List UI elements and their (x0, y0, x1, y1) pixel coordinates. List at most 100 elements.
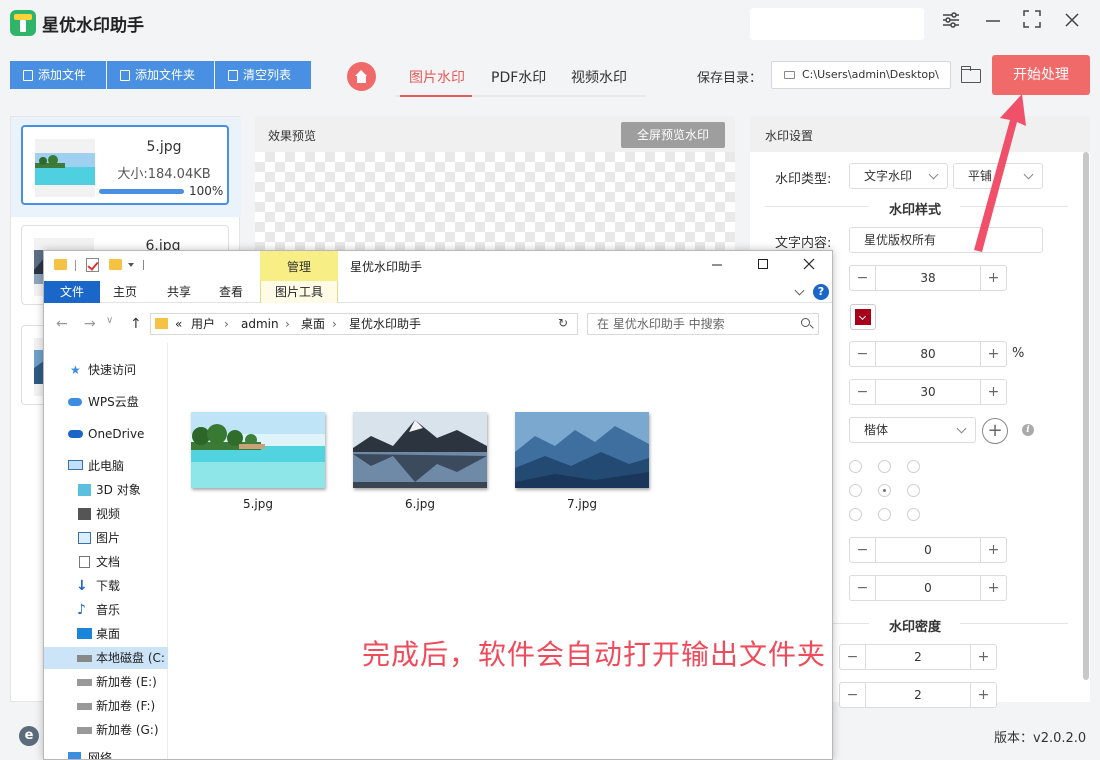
nav-onedrive[interactable]: OneDrive (44, 423, 168, 445)
density-y-stepper[interactable]: − 2 + (839, 682, 997, 708)
save-dir-input[interactable]: C:\Users\admin\Desktop\ (771, 61, 951, 89)
explorer-maximize-icon[interactable] (758, 259, 768, 269)
settings-scrollbar[interactable] (1083, 152, 1089, 680)
minus-icon[interactable]: − (850, 380, 876, 404)
file-label-5[interactable]: 5.jpg (191, 497, 325, 511)
minus-icon[interactable]: − (840, 683, 866, 707)
nav-downloads[interactable]: ↓ 下载 (44, 575, 168, 597)
font-size-stepper[interactable]: − 38 + (849, 265, 1007, 291)
settings-icon[interactable] (938, 10, 964, 36)
nav-3d-objects[interactable]: 3D 对象 (44, 479, 168, 501)
tile-mode-select[interactable]: 平铺 (953, 163, 1043, 189)
close-icon[interactable] (1059, 10, 1085, 36)
up-arrow-icon[interactable]: ↑ (130, 316, 142, 332)
recent-locations-icon[interactable]: ∨ (106, 315, 113, 326)
explorer-close-icon[interactable] (794, 255, 824, 277)
plus-icon[interactable]: + (980, 538, 1006, 562)
browser-logo-icon[interactable]: e (19, 726, 39, 746)
nav-wps-cloud[interactable]: WPS云盘 (44, 391, 168, 413)
rotation-stepper[interactable]: − 30 + (849, 379, 1007, 405)
thumbnail-6[interactable] (353, 412, 487, 488)
tab-pdf-watermark[interactable]: PDF水印 (491, 67, 546, 87)
minus-icon[interactable]: − (840, 645, 866, 669)
nav-music[interactable]: ♪ 音乐 (44, 599, 168, 621)
offset-y-stepper[interactable]: − 0 + (849, 575, 1007, 601)
position-top-left[interactable] (849, 460, 862, 473)
add-file-button[interactable]: 添加文件 (10, 61, 106, 89)
refresh-icon[interactable]: ↻ (558, 316, 568, 330)
minus-icon[interactable]: − (850, 266, 876, 290)
ribbon-expand-icon[interactable] (794, 285, 805, 296)
color-picker[interactable] (850, 304, 876, 330)
address-bar[interactable]: « 用户 › admin › 桌面 › 星优水印助手 (150, 313, 659, 335)
ribbon-tab-view[interactable]: 查看 (212, 281, 250, 303)
tab-video-watermark[interactable]: 视频水印 (571, 67, 627, 87)
add-folder-button[interactable]: 添加文件夹 (107, 61, 214, 89)
ribbon-tab-file[interactable]: 文件 (44, 281, 100, 303)
plus-icon[interactable]: + (970, 645, 996, 669)
file-label-7[interactable]: 7.jpg (515, 497, 649, 511)
position-top-right[interactable] (907, 460, 920, 473)
new-folder-icon[interactable] (109, 259, 122, 270)
tab-image-watermark[interactable]: 图片水印 (409, 67, 465, 87)
breadcrumb-users[interactable]: 用户 (191, 314, 215, 334)
back-arrow-icon[interactable]: ← (56, 316, 68, 332)
minus-icon[interactable]: − (850, 342, 876, 366)
breadcrumb-desktop[interactable]: 桌面 (301, 314, 325, 334)
fullscreen-preview-button[interactable]: 全屏预览水印 (621, 122, 725, 148)
start-processing-button[interactable]: 开始处理 (992, 55, 1090, 95)
minus-icon[interactable]: − (850, 576, 876, 600)
opacity-stepper[interactable]: − 80 + (849, 341, 1007, 367)
plus-icon[interactable]: + (980, 342, 1006, 366)
offset-x-stepper[interactable]: − 0 + (849, 537, 1007, 563)
minus-icon[interactable]: − (850, 538, 876, 562)
position-bottom-center[interactable] (878, 508, 891, 521)
position-bottom-left[interactable] (849, 508, 862, 521)
text-content-input[interactable]: 星优版权所有 (849, 227, 1043, 253)
nav-pictures[interactable]: 图片 (44, 527, 168, 549)
explorer-minimize-icon[interactable] (702, 255, 732, 277)
nav-volume-f[interactable]: 新加卷 (F:) (44, 695, 168, 717)
nav-this-pc[interactable]: 此电脑 (44, 455, 168, 477)
maximize-icon[interactable] (1019, 10, 1045, 36)
nav-desktop[interactable]: 桌面 (44, 623, 168, 645)
help-icon[interactable]: ? (813, 284, 829, 300)
font-select[interactable]: 楷体 (849, 417, 976, 443)
plus-icon[interactable]: + (980, 380, 1006, 404)
nav-documents[interactable]: 文档 (44, 551, 168, 573)
home-icon[interactable] (347, 62, 376, 91)
thumbnail-7[interactable] (515, 412, 649, 488)
forward-arrow-icon[interactable]: → (84, 316, 96, 332)
watermark-type-select[interactable]: 文字水印 (849, 163, 948, 189)
open-folder-icon[interactable] (961, 66, 981, 83)
quick-access-dropdown-icon[interactable] (128, 263, 134, 267)
plus-icon[interactable]: + (980, 576, 1006, 600)
density-x-stepper[interactable]: − 2 + (839, 644, 997, 670)
position-middle-right[interactable] (907, 484, 920, 497)
position-center[interactable] (878, 484, 891, 497)
ribbon-tab-home[interactable]: 主页 (106, 281, 144, 303)
add-font-icon[interactable]: + (982, 418, 1008, 444)
thumbnail-5[interactable] (191, 412, 325, 488)
ribbon-tab-picture-tools[interactable]: 图片工具 (260, 281, 338, 303)
minimize-icon[interactable] (980, 10, 1006, 36)
manage-tab[interactable]: 管理 (260, 251, 338, 281)
clear-list-button[interactable]: 清空列表 (215, 61, 311, 89)
nav-local-disk-c[interactable]: 本地磁盘 (C: (44, 647, 168, 669)
file-card-5[interactable]: 5.jpg 大小:184.04KB 100% (21, 125, 229, 205)
breadcrumb-folder[interactable]: 星优水印助手 (349, 314, 421, 334)
info-icon[interactable]: i (1022, 424, 1034, 436)
nav-volume-e[interactable]: 新加卷 (E:) (44, 671, 168, 693)
position-middle-left[interactable] (849, 484, 862, 497)
nav-quick-access[interactable]: ★ 快速访问 (44, 359, 168, 381)
plus-icon[interactable]: + (970, 683, 996, 707)
properties-icon[interactable] (86, 258, 99, 272)
breadcrumb-overflow[interactable]: « (175, 314, 182, 334)
plus-icon[interactable]: + (980, 266, 1006, 290)
explorer-search-input[interactable]: 在 星优水印助手 中搜索 (587, 313, 819, 335)
nav-volume-g[interactable]: 新加卷 (G:) (44, 719, 168, 741)
position-bottom-right[interactable] (907, 508, 920, 521)
nav-videos[interactable]: 视频 (44, 503, 168, 525)
position-top-center[interactable] (878, 460, 891, 473)
file-label-6[interactable]: 6.jpg (353, 497, 487, 511)
